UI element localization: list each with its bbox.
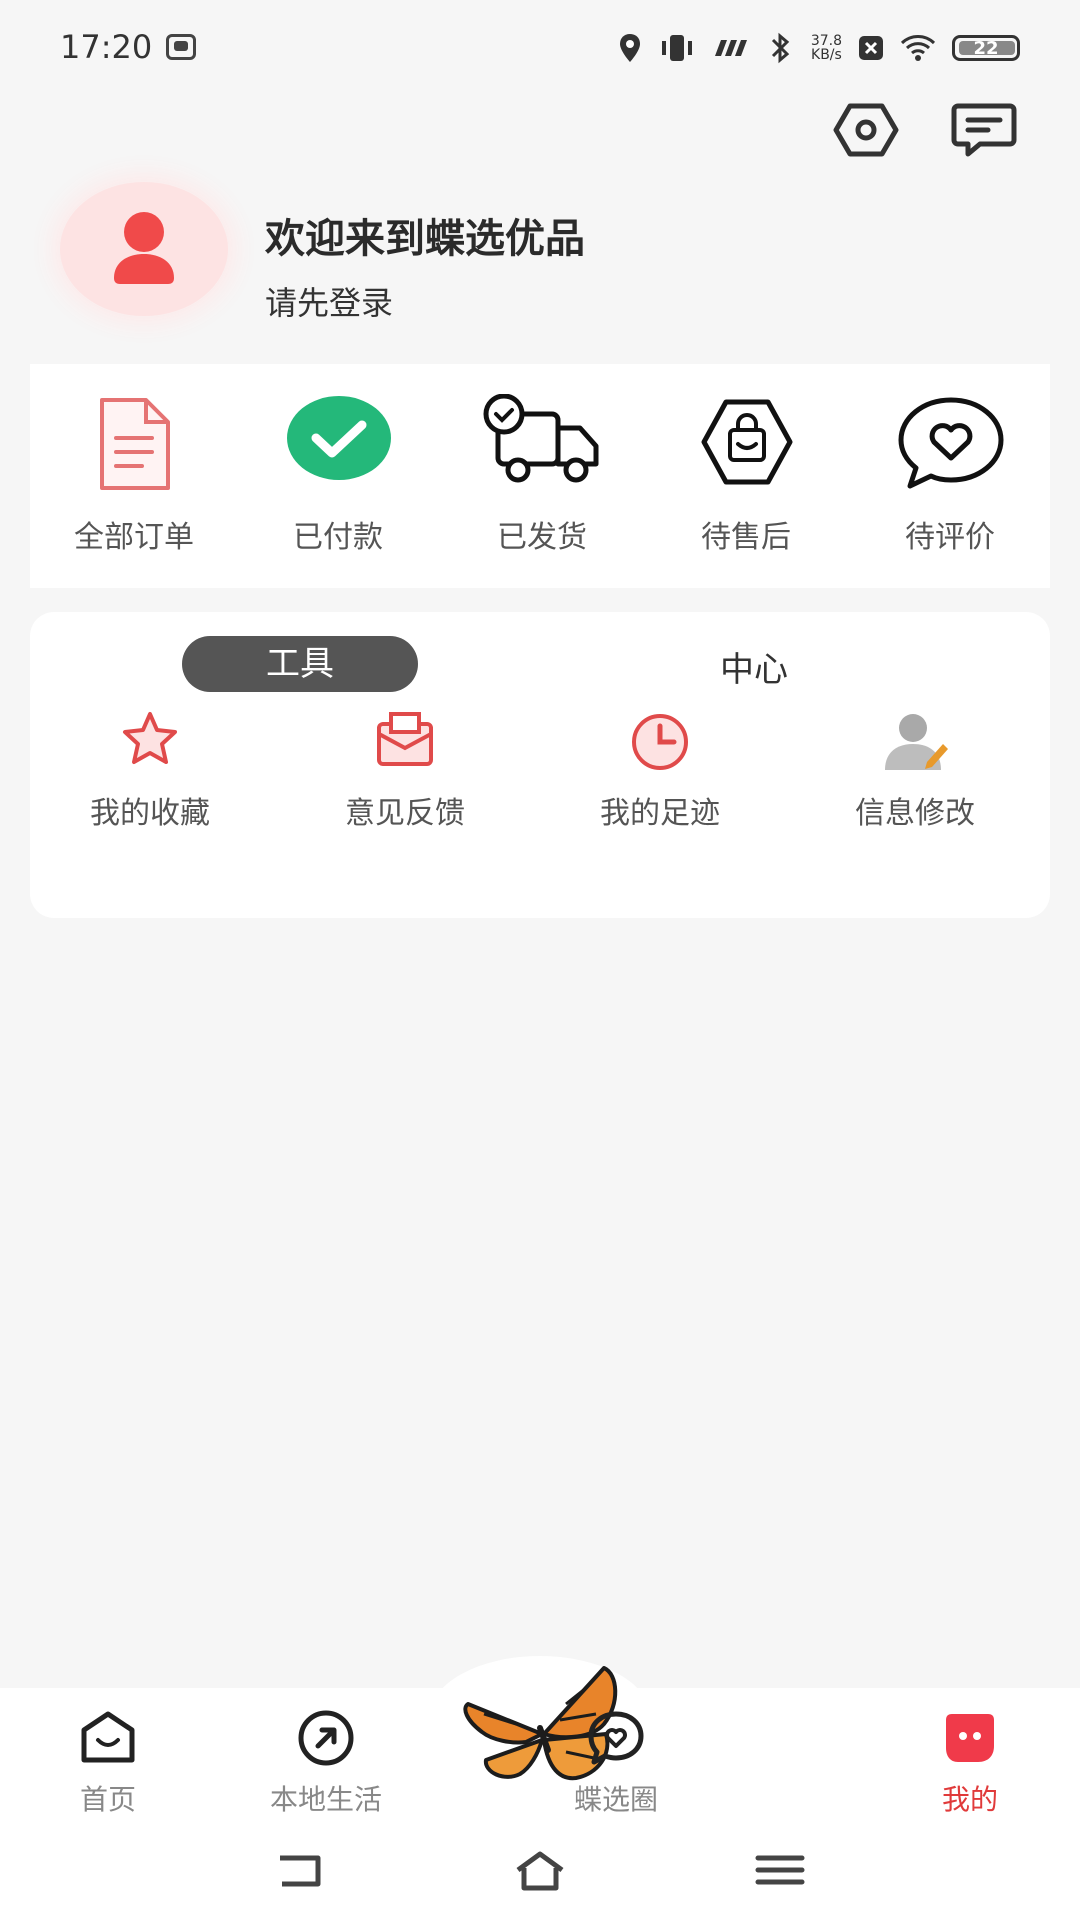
order-shipped[interactable]: 已发货 [452, 394, 632, 564]
tool-footprint[interactable]: 我的足迹 [540, 708, 780, 838]
wifi-icon [900, 35, 936, 61]
network-speed: 37.8 KB/s [811, 34, 842, 62]
tool-edit-info[interactable]: 信息修改 [795, 708, 1035, 838]
speed-value: 37.8 [810, 33, 842, 49]
tools-card: 工具 中心 我的收藏 意见反馈 我的足迹 信息修改 [30, 612, 1050, 918]
shopping-bag-icon [701, 399, 793, 485]
battery-icon: 22 [952, 35, 1020, 61]
nav-mine[interactable]: 我的 [890, 1708, 1050, 1818]
tool-feedback-label: 意见反馈 [345, 796, 465, 831]
signal-icon [714, 40, 747, 56]
star-icon [123, 712, 177, 764]
hexagon-settings-icon[interactable] [832, 100, 900, 160]
order-shipped-label: 已发货 [497, 520, 587, 555]
status-icons: 37.8 KB/s 22 [617, 28, 1020, 68]
nav-home-label: 首页 [79, 1783, 136, 1816]
status-time: 17:20 [60, 28, 153, 66]
home-smile-icon [81, 1711, 135, 1763]
nav-mine-label: 我的 [941, 1783, 998, 1816]
face-icon [946, 1714, 994, 1762]
battery-level: 22 [973, 37, 999, 59]
user-icon [114, 212, 174, 284]
menu-icon[interactable] [752, 1848, 808, 1892]
avatar[interactable] [60, 182, 228, 316]
tool-edit-info-label: 信息修改 [855, 796, 975, 831]
document-icon [100, 398, 170, 490]
mail-icon [377, 712, 433, 766]
vibrate-icon [661, 35, 692, 61]
tab-center[interactable]: 中心 [720, 642, 788, 691]
tool-footprint-label: 我的足迹 [600, 796, 720, 831]
nav-local-life-label: 本地生活 [269, 1783, 382, 1816]
order-paid[interactable]: 已付款 [248, 394, 428, 564]
location-icon [619, 34, 640, 62]
order-all[interactable]: 全部订单 [44, 394, 224, 564]
status-bar: 17:20 37.8 KB/s 22 [0, 0, 1080, 96]
welcome-title: 欢迎来到蝶选优品 [265, 216, 585, 262]
order-all-label: 全部订单 [74, 520, 194, 555]
message-icon[interactable] [950, 100, 1018, 160]
notification-icon [166, 34, 196, 60]
sim-blocked-icon [859, 36, 883, 60]
home-nav-icon[interactable] [512, 1848, 568, 1892]
login-prompt[interactable]: 请先登录 [265, 278, 393, 324]
nav-circle[interactable]: 蝶选圈 [536, 1708, 696, 1818]
nav-home[interactable]: 首页 [28, 1708, 188, 1818]
check-circle-icon [287, 396, 391, 480]
nav-circle-label: 蝶选圈 [573, 1783, 658, 1816]
compass-icon [298, 1710, 354, 1766]
truck-icon [483, 394, 599, 483]
tool-favorites-label: 我的收藏 [90, 796, 210, 831]
order-aftersale[interactable]: 待售后 [656, 394, 836, 564]
order-aftersale-label: 待售后 [701, 520, 791, 555]
orders-card: 全部订单 已付款 已发货 待售后 待评价 [30, 364, 1050, 588]
user-edit-icon [885, 714, 948, 770]
back-icon[interactable] [272, 1848, 328, 1892]
order-review[interactable]: 待评价 [860, 394, 1040, 564]
nav-local-life[interactable]: 本地生活 [246, 1708, 406, 1818]
tool-favorites[interactable]: 我的收藏 [30, 708, 270, 838]
tab-tools[interactable]: 工具 [182, 636, 418, 692]
heart-bubble-icon [898, 397, 1004, 489]
heart-chat-icon [588, 1711, 644, 1765]
tool-feedback[interactable]: 意见反馈 [285, 708, 525, 838]
order-paid-label: 已付款 [293, 520, 383, 555]
speed-unit: KB/s [811, 47, 842, 63]
bluetooth-icon [771, 32, 790, 64]
clock-icon [632, 714, 688, 770]
order-review-label: 待评价 [905, 520, 995, 555]
